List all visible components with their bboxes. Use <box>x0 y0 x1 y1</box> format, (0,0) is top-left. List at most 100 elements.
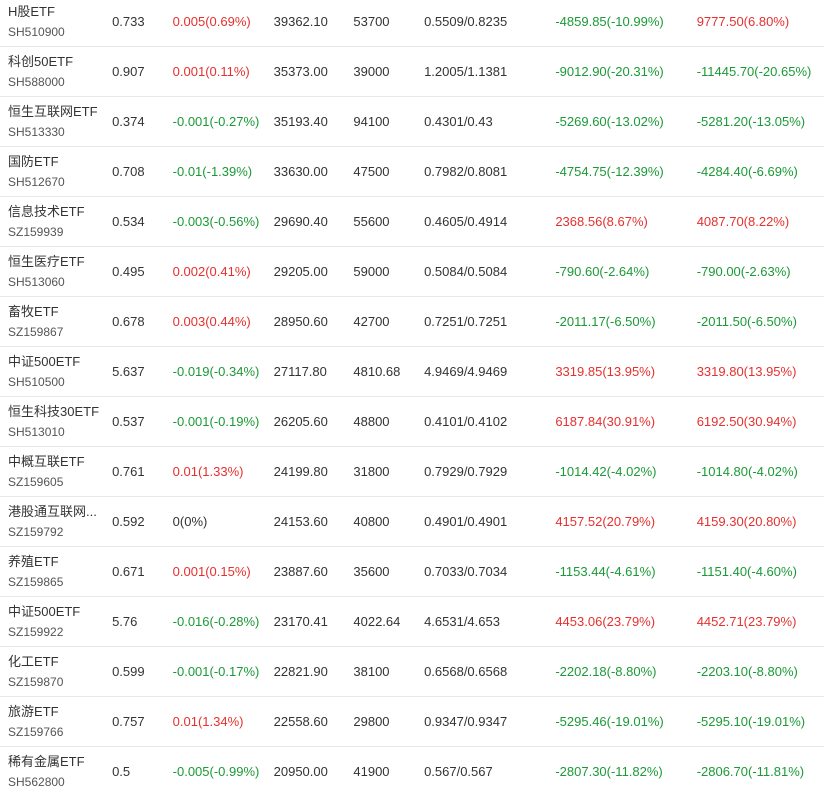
etf-code: SZ159865 <box>8 574 64 589</box>
etf-price: 0.537 <box>112 396 173 447</box>
etf-change: -0.01(-1.39%) <box>172 146 274 197</box>
etf-bid-ask: 4.9469/4.9469 <box>424 346 556 397</box>
etf-flow-secondary: -5295.10(-19.01%) <box>696 696 824 747</box>
etf-name[interactable]: 中证500ETF <box>8 353 108 371</box>
etf-change: 0.001(0.11%) <box>172 46 274 97</box>
etf-bid-ask: 0.9347/0.9347 <box>424 696 556 747</box>
etf-name-cell[interactable]: 畜牧ETF SZ159867 <box>0 296 113 347</box>
table-row[interactable]: 恒生互联网ETF SH513330 0.374 -0.001(-0.27%) 3… <box>0 96 824 147</box>
etf-flow-secondary: -2011.50(-6.50%) <box>696 296 824 347</box>
etf-name[interactable]: 恒生科技30ETF <box>8 403 108 421</box>
etf-name-cell[interactable]: 恒生科技30ETF SH513010 <box>0 396 113 447</box>
etf-amount: 35193.40 <box>273 96 354 147</box>
etf-amount: 26205.60 <box>273 396 354 447</box>
table-row[interactable]: 恒生医疗ETF SH513060 0.495 0.002(0.41%) 2920… <box>0 246 824 297</box>
etf-flow-secondary: 3319.80(13.95%) <box>696 346 824 397</box>
etf-name[interactable]: 养殖ETF <box>8 553 108 571</box>
etf-amount: 24199.80 <box>273 446 354 497</box>
etf-name-cell[interactable]: 稀有金属ETF SH562800 <box>0 747 112 797</box>
etf-bid-ask: 0.7982/0.8081 <box>424 146 556 197</box>
etf-name[interactable]: 畜牧ETF <box>8 303 108 321</box>
etf-name[interactable]: 信息技术ETF <box>8 203 108 221</box>
etf-amount: 28950.60 <box>273 296 354 347</box>
etf-flow-secondary: -790.00(-2.63%) <box>696 246 824 297</box>
etf-name-cell[interactable]: 养殖ETF SZ159865 <box>0 546 113 597</box>
etf-name-cell[interactable]: 信息技术ETF SZ159939 <box>0 196 113 247</box>
etf-code: SZ159922 <box>8 624 64 639</box>
table-row[interactable]: 中概互联ETF SZ159605 0.761 0.01(1.33%) 24199… <box>0 446 824 497</box>
etf-flow-primary: -2807.30(-11.82%) <box>555 764 663 779</box>
etf-flow-primary: -2202.18(-8.80%) <box>555 646 697 697</box>
etf-price: 0.708 <box>112 146 173 197</box>
etf-change: 0.003(0.44%) <box>172 296 274 347</box>
etf-flow-secondary: -1014.80(-4.02%) <box>696 446 824 497</box>
etf-change: 0.002(0.41%) <box>172 246 274 297</box>
table-row[interactable]: 畜牧ETF SZ159867 0.678 0.003(0.44%) 28950.… <box>0 296 824 347</box>
etf-flow-primary: -790.60(-2.64%) <box>555 246 697 297</box>
etf-bid-ask: 1.2005/1.1381 <box>424 46 556 97</box>
etf-name[interactable]: 恒生医疗ETF <box>8 253 108 271</box>
etf-volume: 94100 <box>353 96 425 147</box>
etf-flow-secondary: -5281.20(-13.05%) <box>696 96 824 147</box>
table-row[interactable]: 稀有金属ETF SH562800 0.5 -0.005(-0.99%) 2095… <box>0 747 824 797</box>
etf-change: -0.001(-0.19%) <box>172 396 274 447</box>
table-row[interactable]: 养殖ETF SZ159865 0.671 0.001(0.15%) 23887.… <box>0 546 824 597</box>
etf-name-cell[interactable]: H股ETF SH510900 <box>0 0 113 47</box>
etf-change: 0.01(1.33%) <box>172 446 274 497</box>
etf-name[interactable]: 国防ETF <box>8 153 108 171</box>
etf-name[interactable]: 科创50ETF <box>8 53 108 71</box>
etf-name-cell[interactable]: 中证500ETF SH510500 <box>0 346 113 397</box>
etf-volume: 48800 <box>353 396 425 447</box>
etf-name[interactable]: 化工ETF <box>8 653 108 671</box>
etf-name-cell[interactable]: 港股通互联网... SZ159792 <box>0 496 113 547</box>
etf-change: 0.001(0.15%) <box>172 546 274 597</box>
etf-change: -0.005(-0.99%) <box>172 764 260 779</box>
etf-bid-ask: 0.4101/0.4102 <box>424 396 556 447</box>
etf-volume: 47500 <box>353 146 425 197</box>
table-row[interactable]: 中证500ETF SH510500 5.637 -0.019(-0.34%) 2… <box>0 346 824 397</box>
etf-bid-ask: 0.4901/0.4901 <box>424 496 556 547</box>
etf-name[interactable]: 稀有金属ETF <box>8 753 108 771</box>
etf-price: 5.76 <box>112 596 173 647</box>
etf-flow-secondary: -11445.70(-20.65%) <box>696 46 824 97</box>
etf-code: SZ159605 <box>8 474 64 489</box>
etf-name-cell[interactable]: 科创50ETF SH588000 <box>0 46 113 97</box>
etf-volume: 42700 <box>353 296 425 347</box>
etf-name-cell[interactable]: 中证500ETF SZ159922 <box>0 596 113 647</box>
etf-name-cell[interactable]: 化工ETF SZ159870 <box>0 646 113 697</box>
etf-bid-ask: 0.7251/0.7251 <box>424 296 556 347</box>
etf-name[interactable]: 中概互联ETF <box>8 453 108 471</box>
etf-name-cell[interactable]: 恒生互联网ETF SH513330 <box>0 96 113 147</box>
etf-name[interactable]: H股ETF <box>8 3 108 21</box>
etf-name[interactable]: 恒生互联网ETF <box>8 103 108 121</box>
etf-name-cell[interactable]: 国防ETF SH512670 <box>0 146 113 197</box>
etf-code: SZ159870 <box>8 674 64 689</box>
etf-flow-primary: -1153.44(-4.61%) <box>555 546 697 597</box>
table-row[interactable]: 化工ETF SZ159870 0.599 -0.001(-0.17%) 2282… <box>0 646 824 697</box>
etf-price: 0.599 <box>112 646 173 697</box>
etf-name[interactable]: 港股通互联网... <box>8 503 108 521</box>
etf-bid-ask: 0.4605/0.4914 <box>424 196 556 247</box>
etf-volume: 29800 <box>353 696 425 747</box>
etf-name-cell[interactable]: 中概互联ETF SZ159605 <box>0 446 113 497</box>
etf-change: 0.01(1.34%) <box>172 696 274 747</box>
etf-flow-primary: 4453.06(23.79%) <box>555 596 697 647</box>
etf-flow-primary: -2011.17(-6.50%) <box>555 296 697 347</box>
table-row[interactable]: H股ETF SH510900 0.733 0.005(0.69%) 39362.… <box>0 0 824 47</box>
table-row[interactable]: 科创50ETF SH588000 0.907 0.001(0.11%) 3537… <box>0 46 824 97</box>
etf-change: 0(0%) <box>172 496 274 547</box>
etf-flow-primary: -5295.46(-19.01%) <box>555 696 697 747</box>
table-row[interactable]: 中证500ETF SZ159922 5.76 -0.016(-0.28%) 23… <box>0 596 824 647</box>
etf-flow-secondary: 4159.30(20.80%) <box>696 496 824 547</box>
table-row[interactable]: 恒生科技30ETF SH513010 0.537 -0.001(-0.19%) … <box>0 396 824 447</box>
etf-name[interactable]: 中证500ETF <box>8 603 108 621</box>
table-row[interactable]: 信息技术ETF SZ159939 0.534 -0.003(-0.56%) 29… <box>0 196 824 247</box>
table-row[interactable]: 港股通互联网... SZ159792 0.592 0(0%) 24153.60 … <box>0 496 824 547</box>
etf-volume: 4810.68 <box>353 346 425 397</box>
table-row[interactable]: 旅游ETF SZ159766 0.757 0.01(1.34%) 22558.6… <box>0 696 824 747</box>
etf-name-cell[interactable]: 恒生医疗ETF SH513060 <box>0 246 113 297</box>
etf-name[interactable]: 旅游ETF <box>8 703 108 721</box>
etf-flow-secondary: -2806.70(-11.81%) <box>696 764 805 779</box>
table-row[interactable]: 国防ETF SH512670 0.708 -0.01(-1.39%) 33630… <box>0 146 824 197</box>
etf-name-cell[interactable]: 旅游ETF SZ159766 <box>0 696 113 747</box>
